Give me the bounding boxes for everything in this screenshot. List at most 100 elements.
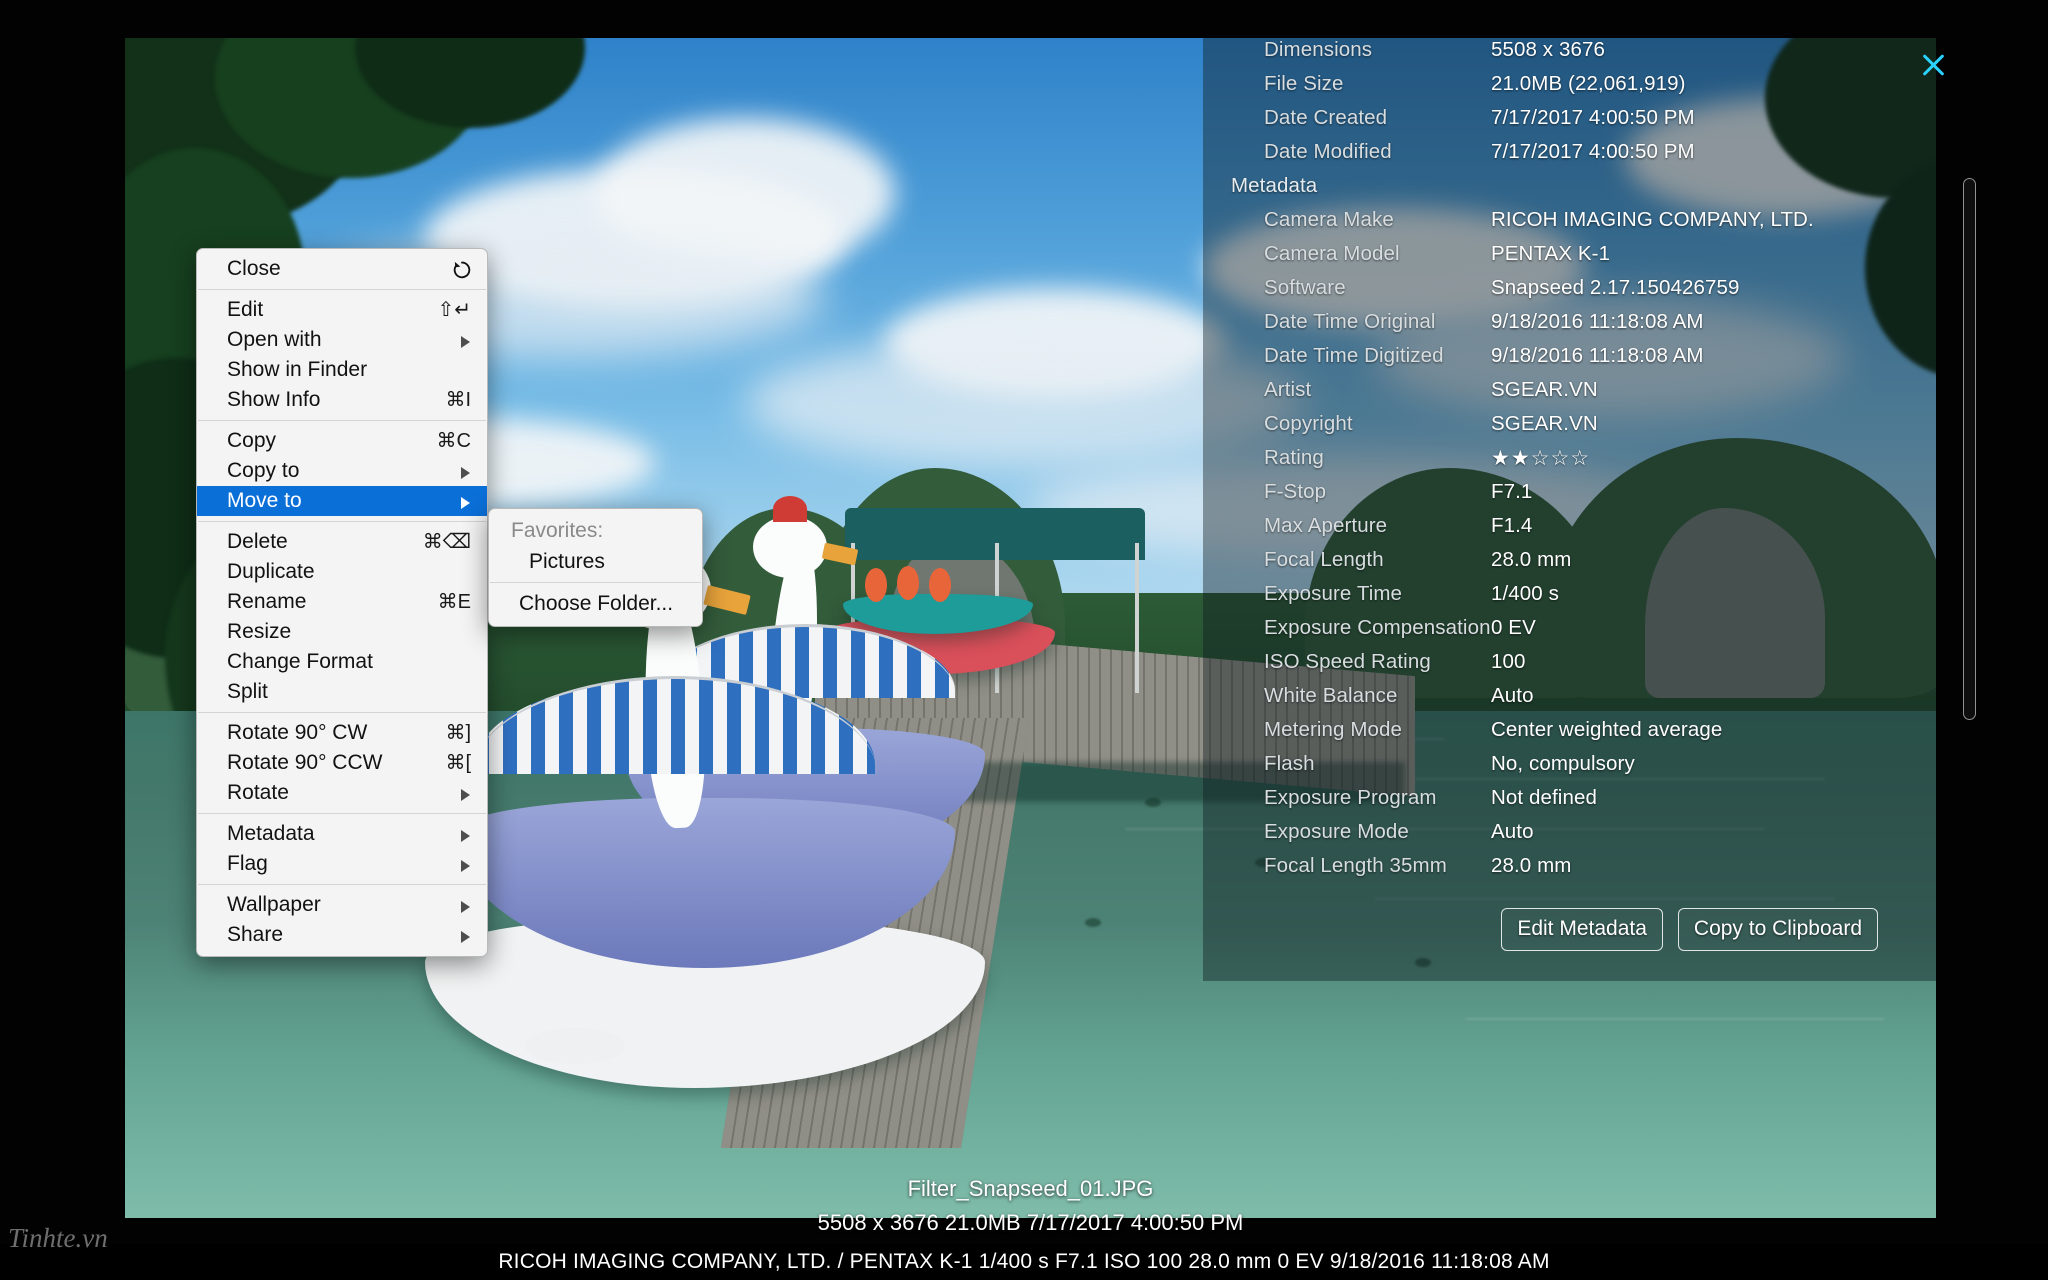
- metadata-key: Date Created: [1264, 106, 1388, 129]
- metadata-row: Copyright SGEAR.VN: [1203, 412, 1936, 446]
- metadata-key: Focal Length: [1264, 548, 1384, 571]
- menu-item-label: Rotate 90° CW: [227, 721, 368, 744]
- chevron-right-icon: [461, 860, 470, 872]
- menu-item-copy[interactable]: Copy ⌘C: [197, 426, 487, 456]
- move-to-submenu[interactable]: Favorites: Pictures Choose Folder...: [488, 508, 703, 627]
- menu-item-delete[interactable]: Delete ⌘⌫: [197, 527, 487, 557]
- menu-item-shortcut: ⌘[: [445, 752, 471, 774]
- menu-item-flag[interactable]: Flag: [197, 849, 487, 879]
- menu-item-label: Rotate 90° CCW: [227, 751, 383, 774]
- menu-item-shortcut: ⌘C: [436, 430, 471, 452]
- menu-item-show-info[interactable]: Show Info ⌘I: [197, 385, 487, 415]
- metadata-key: F-Stop: [1264, 480, 1327, 503]
- metadata-row: Exposure Compensation 0 EV: [1203, 616, 1936, 650]
- menu-item-label: Close: [227, 257, 281, 280]
- metadata-key: Max Aperture: [1264, 514, 1388, 537]
- close-icon[interactable]: [1921, 52, 1947, 78]
- metadata-key: Focal Length 35mm: [1264, 854, 1447, 877]
- metadata-value: F1.4: [1491, 514, 1533, 537]
- metadata-key: Software: [1264, 276, 1346, 299]
- metadata-row: F-Stop F7.1: [1203, 480, 1936, 514]
- metadata-key: Date Time Digitized: [1264, 344, 1444, 367]
- menu-item-rotate-90-ccw[interactable]: Rotate 90° CCW ⌘[: [197, 748, 487, 778]
- menu-item-metadata[interactable]: Metadata: [197, 819, 487, 849]
- menu-item-move-to[interactable]: Move to: [197, 486, 487, 516]
- menu-item-label: Show Info: [227, 388, 321, 411]
- metadata-key: Flash: [1264, 752, 1315, 775]
- caption-details: 5508 x 3676 21.0MB 7/17/2017 4:00:50 PM: [817, 1210, 1244, 1235]
- metadata-value: 9/18/2016 11:18:08 AM: [1491, 310, 1704, 333]
- menu-divider: [198, 289, 486, 290]
- menu-item-rotate-90-cw[interactable]: Rotate 90° CW ⌘]: [197, 718, 487, 748]
- menu-item-split[interactable]: Split: [197, 677, 487, 707]
- metadata-value: Center weighted average: [1491, 718, 1723, 741]
- metadata-row: Date Time Digitized 9/18/2016 11:18:08 AM: [1203, 344, 1936, 378]
- metadata-row: ISO Speed Rating 100: [1203, 650, 1936, 684]
- copy-to-clipboard-button[interactable]: Copy to Clipboard: [1677, 908, 1878, 951]
- metadata-key: Date Time Original: [1264, 310, 1436, 333]
- menu-divider: [198, 420, 486, 421]
- metadata-row: Camera Model PENTAX K-1: [1203, 242, 1936, 276]
- menu-item-label: Copy to: [227, 459, 300, 482]
- metadata-row: Date Created 7/17/2017 4:00:50 PM: [1203, 106, 1936, 140]
- menu-item-label: Copy: [227, 429, 277, 452]
- metadata-value: 7/17/2017 4:00:50 PM: [1491, 106, 1695, 129]
- metadata-value: Snapseed 2.17.150426759: [1491, 276, 1740, 299]
- metadata-value: 5508 x 3676: [1491, 38, 1605, 61]
- menu-divider: [198, 813, 486, 814]
- menu-item-shortcut: ⌘E: [437, 591, 471, 613]
- caption-filename: Filter_Snapseed_01.JPG: [907, 1176, 1154, 1201]
- menu-item-label: Edit: [227, 298, 264, 321]
- metadata-value: 100: [1491, 650, 1526, 673]
- menu-item-label: Flag: [227, 852, 268, 875]
- submenu-item-pictures[interactable]: Pictures: [489, 546, 702, 577]
- menu-item-share[interactable]: Share: [197, 920, 487, 950]
- menu-item-resize[interactable]: Resize: [197, 617, 487, 647]
- rating-stars[interactable]: ★★☆☆☆: [1491, 446, 1590, 471]
- metadata-value: 1/400 s: [1491, 582, 1559, 605]
- menu-item-close[interactable]: Close: [197, 254, 487, 284]
- metadata-value: SGEAR.VN: [1491, 412, 1598, 435]
- menu-item-edit[interactable]: Edit ⇧↵: [197, 295, 487, 325]
- metadata-key: Date Modified: [1264, 140, 1392, 163]
- menu-item-rename[interactable]: Rename ⌘E: [197, 587, 487, 617]
- chevron-right-icon: [461, 931, 470, 943]
- menu-item-copy-to[interactable]: Copy to: [197, 456, 487, 486]
- menu-item-label: Change Format: [227, 650, 373, 673]
- metadata-key: Exposure Program: [1264, 786, 1437, 809]
- metadata-key: ISO Speed Rating: [1264, 650, 1431, 673]
- context-menu[interactable]: Close Edit ⇧↵ Open with Show in Finder Show I…: [196, 248, 488, 957]
- menu-divider: [198, 884, 486, 885]
- menu-item-show-in-finder[interactable]: Show in Finder: [197, 355, 487, 385]
- metadata-value: Not defined: [1491, 786, 1597, 809]
- metadata-key: Camera Model: [1264, 242, 1400, 265]
- metadata-row: Exposure Time 1/400 s: [1203, 582, 1936, 616]
- menu-item-label: Delete: [227, 530, 288, 553]
- chevron-right-icon: [461, 497, 470, 509]
- image-viewer-window: Dimensions 5508 x 3676 File Size 21.0MB (22…: [0, 0, 2048, 1280]
- edit-metadata-button[interactable]: Edit Metadata: [1501, 908, 1663, 951]
- submenu-divider: [490, 582, 701, 583]
- menu-item-label: Share: [227, 923, 284, 946]
- menu-item-duplicate[interactable]: Duplicate: [197, 557, 487, 587]
- menu-item-rotate[interactable]: Rotate: [197, 778, 487, 808]
- menu-item-label: Show in Finder: [227, 358, 368, 381]
- menu-item-wallpaper[interactable]: Wallpaper: [197, 890, 487, 920]
- menu-item-change-format[interactable]: Change Format: [197, 647, 487, 677]
- status-bar-text: RICOH IMAGING COMPANY, LTD. / PENTAX K-1…: [498, 1250, 1550, 1273]
- metadata-scrollbar[interactable]: [1963, 178, 1976, 720]
- menu-item-label: Move to: [227, 489, 302, 512]
- chevron-right-icon: [461, 336, 470, 348]
- submenu-header: Favorites:: [511, 519, 604, 542]
- metadata-key: Artist: [1264, 378, 1312, 401]
- menu-item-shortcut: ⌘]: [445, 722, 471, 744]
- menu-item-open-with[interactable]: Open with: [197, 325, 487, 355]
- metadata-key: Metadata: [1231, 174, 1318, 197]
- menu-item-shortcut: ⌘I: [445, 389, 471, 411]
- chevron-right-icon: [461, 789, 470, 801]
- metadata-key: Rating: [1264, 446, 1324, 469]
- menu-divider: [198, 712, 486, 713]
- menu-item-label: Wallpaper: [227, 893, 321, 916]
- submenu-item-choose-folder[interactable]: Choose Folder...: [489, 588, 702, 619]
- menu-item-label: Open with: [227, 328, 322, 351]
